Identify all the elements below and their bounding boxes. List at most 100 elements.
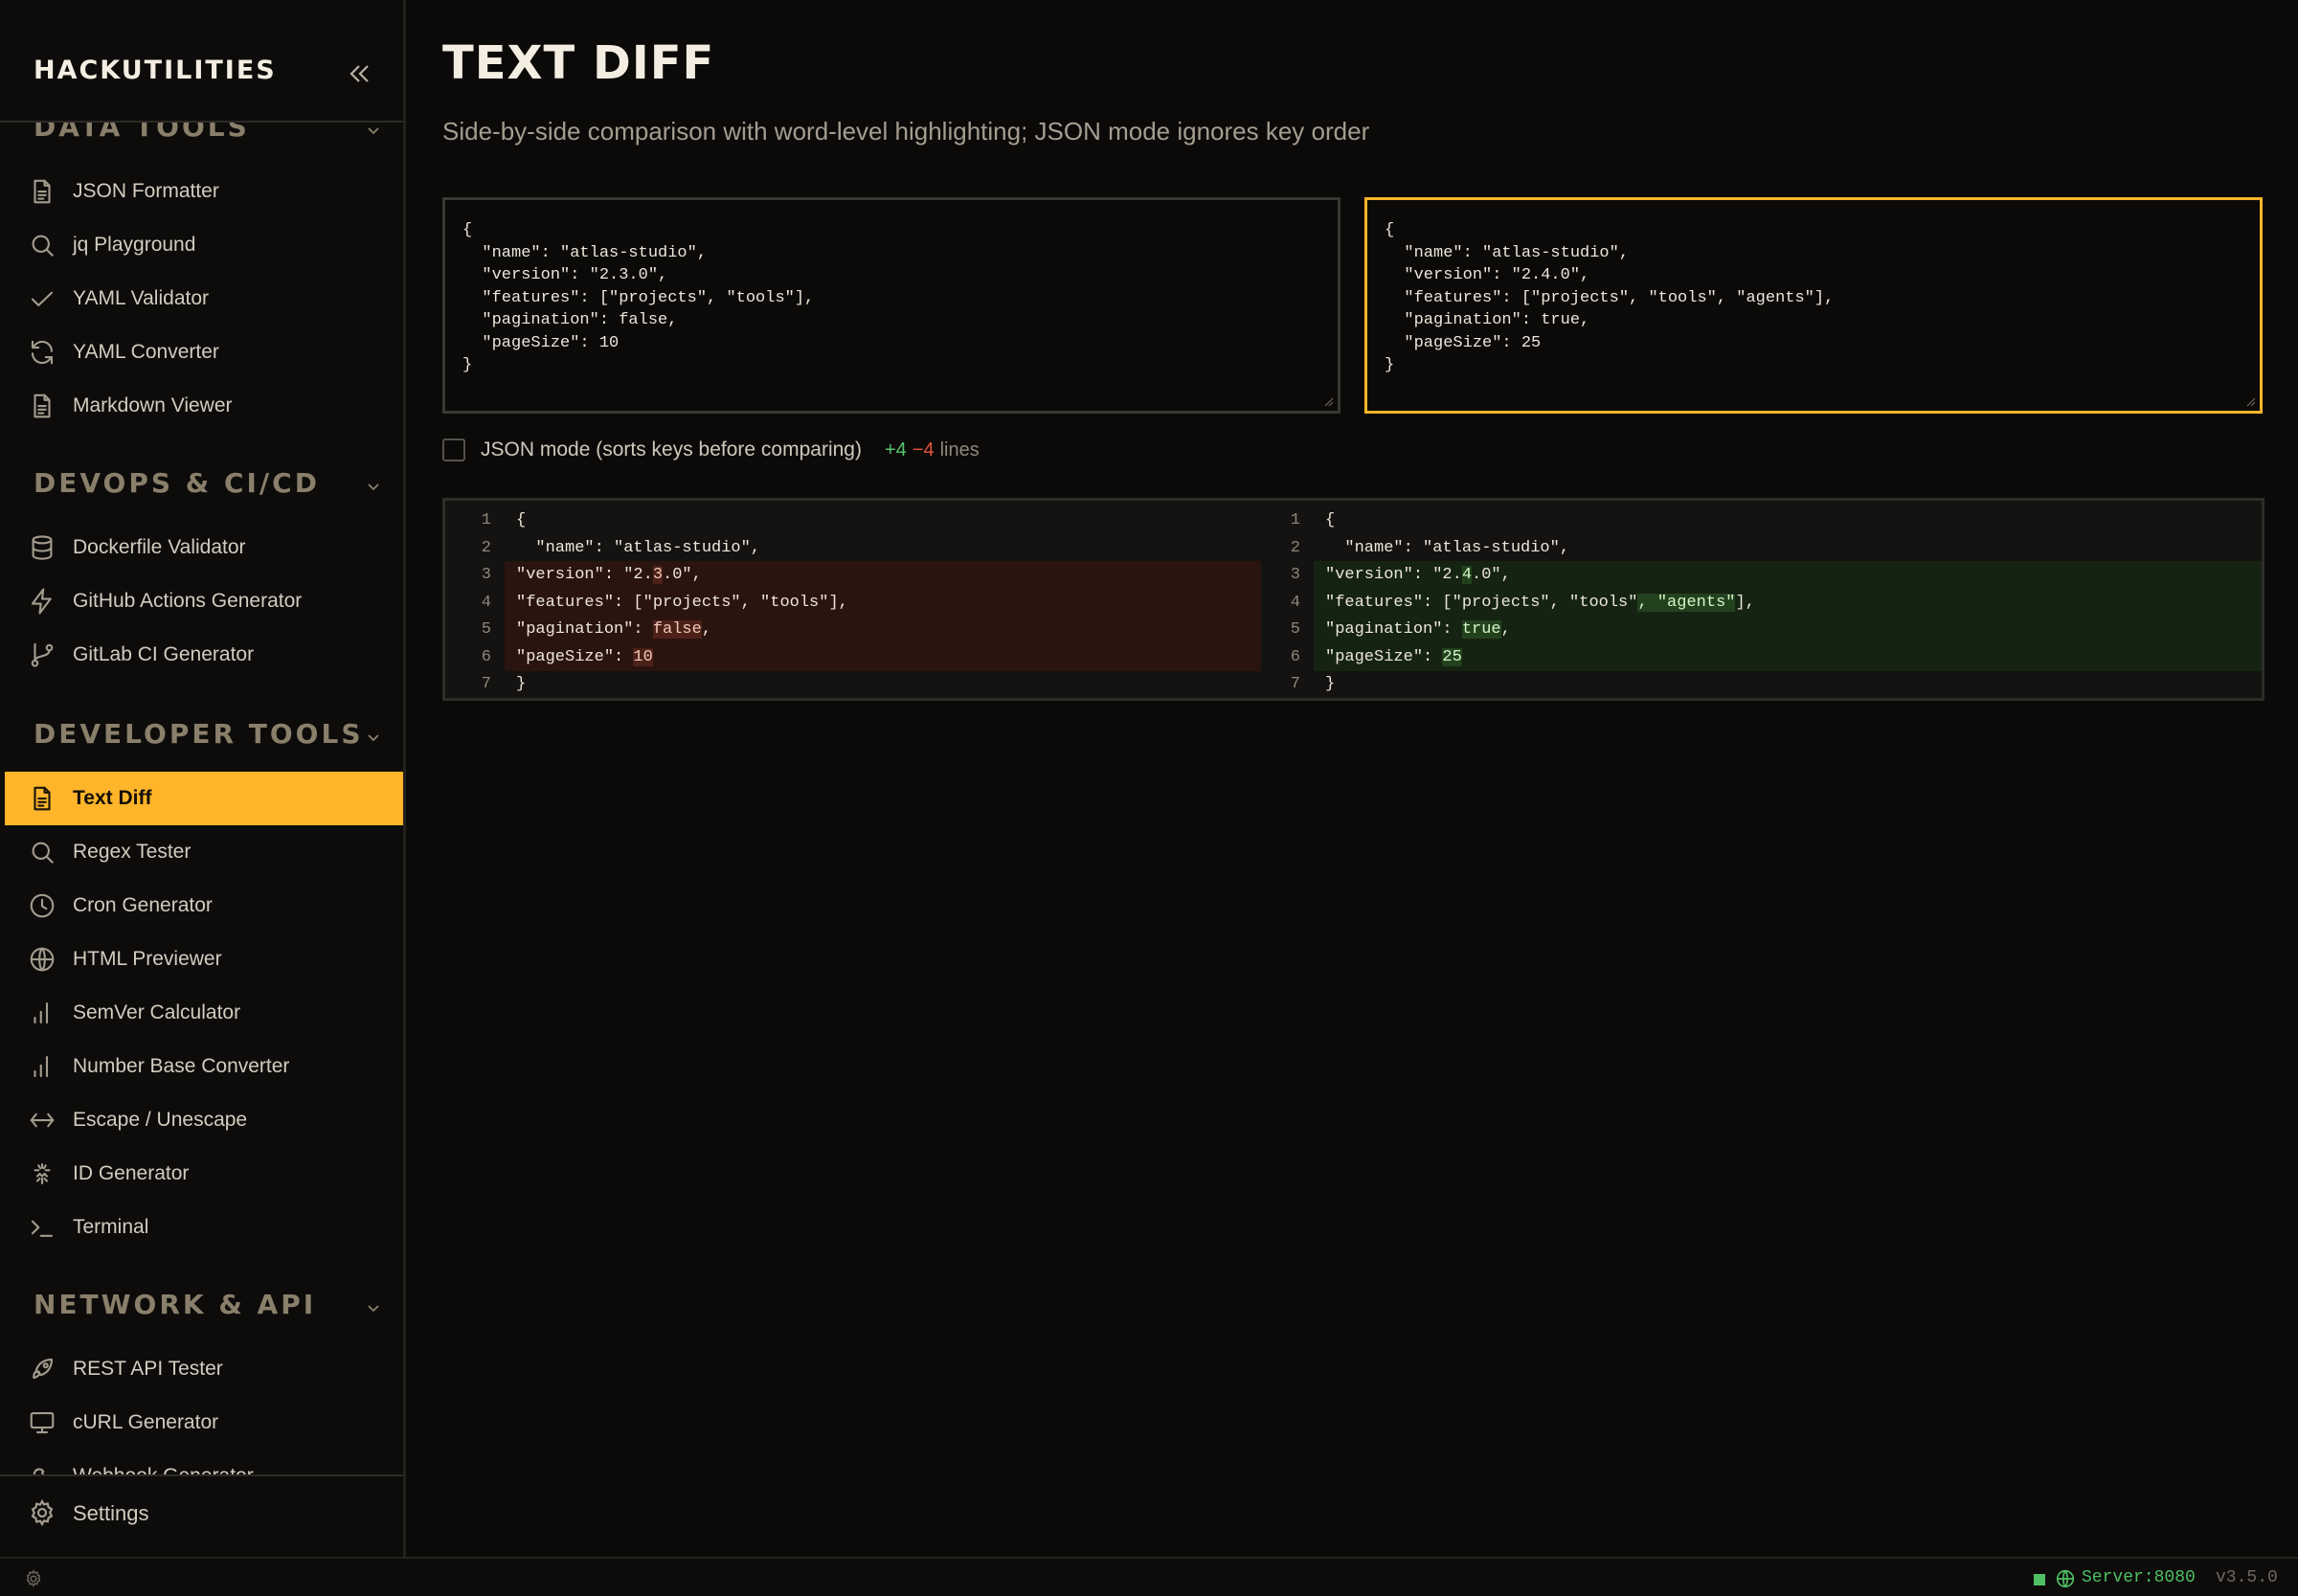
line-content: "name": "atlas-studio", bbox=[1325, 534, 1569, 562]
sidebar-item-label: Regex Tester bbox=[73, 841, 192, 863]
sidebar-item-label: GitLab CI Generator bbox=[73, 643, 255, 665]
sidebar-item-label: SemVer Calculator bbox=[73, 1001, 241, 1023]
diff-line: 3 "version": "2.3.0", bbox=[482, 561, 1261, 590]
chevron-down-icon[interactable] bbox=[364, 123, 383, 140]
diff-line: 3 "version": "2.4.0", bbox=[1291, 561, 2262, 590]
word-change: 4 bbox=[1461, 566, 1473, 584]
clock-icon bbox=[30, 893, 55, 918]
server-address[interactable]: Server:8080 bbox=[2082, 1568, 2196, 1587]
line-number: 6 bbox=[481, 647, 491, 666]
sidebar-item-curl-generator[interactable]: cURL Generator bbox=[5, 1396, 403, 1450]
file-icon bbox=[34, 393, 51, 418]
line-text: "version": "2. bbox=[516, 566, 653, 584]
sidebar-item-regex-tester[interactable]: Regex Tester bbox=[5, 825, 403, 879]
line-content: } bbox=[516, 670, 526, 698]
section-network-api[interactable]: NETWORK & API bbox=[34, 1289, 316, 1320]
line-number: 6 bbox=[1290, 647, 1300, 666]
section-data-tools[interactable]: DATA TOOLS bbox=[34, 123, 250, 143]
sidebar-item-gitlab-ci-generator[interactable]: GitLab CI Generator bbox=[5, 628, 403, 682]
line-number: 7 bbox=[1290, 675, 1300, 693]
sidebar-item-label: Markdown Viewer bbox=[73, 394, 233, 416]
line-number: 1 bbox=[1290, 511, 1300, 529]
page-subtitle: Side-by-side comparison with word-level … bbox=[442, 117, 1370, 146]
status-gear-icon[interactable] bbox=[23, 1568, 44, 1589]
sidebar-item-yaml-converter[interactable]: YAML Converter bbox=[5, 326, 403, 379]
diff-line: 6 "pageSize": 10 bbox=[482, 642, 1261, 671]
sidebar-item-webhook-generator[interactable]: Webhook Generator bbox=[5, 1450, 403, 1474]
brand-header: HACKUTILITIES bbox=[0, 0, 403, 123]
line-number: 5 bbox=[1290, 620, 1300, 639]
chevron-down-icon[interactable] bbox=[364, 728, 383, 747]
gear-icon bbox=[31, 1498, 54, 1527]
diff-right-pane: 1 {2 "name": "atlas-studio", 3 "version": "… bbox=[1254, 501, 2262, 698]
line-content: "features": ["projects", "tools"], bbox=[516, 589, 848, 617]
line-text: "features": ["projects", "tools" bbox=[1325, 593, 1638, 612]
added-lines-count: +4 bbox=[884, 438, 907, 461]
sidebar-item-number-base-converter[interactable]: Number Base Converter bbox=[5, 1040, 403, 1093]
sidebar-item-settings[interactable]: Settings bbox=[5, 1486, 405, 1540]
sidebar-item-label: cURL Generator bbox=[73, 1411, 219, 1433]
chevron-down-icon[interactable] bbox=[364, 477, 383, 496]
server-status-indicator bbox=[2034, 1574, 2045, 1585]
sidebar-item-jq-playground[interactable]: jq Playground bbox=[5, 218, 403, 272]
line-content: "name": "atlas-studio", bbox=[516, 534, 760, 562]
sidebar-nav: DATA TOOLS JSON Formatter jq Playground YAM… bbox=[0, 123, 403, 1474]
rocket-icon bbox=[33, 1358, 54, 1380]
arrows-horizontal-icon bbox=[30, 1113, 55, 1128]
file-icon bbox=[34, 179, 51, 204]
line-content: "version": "2.3.0", bbox=[516, 561, 702, 589]
line-number: 2 bbox=[481, 538, 491, 557]
sidebar-item-github-actions-generator[interactable]: GitHub Actions Generator bbox=[5, 574, 403, 628]
sidebar-item-html-previewer[interactable]: HTML Previewer bbox=[5, 933, 403, 986]
line-content: "features": ["projects", "tools", "agent… bbox=[1325, 589, 1755, 617]
diff-view: 1{2 "name": "atlas-studio", 3 "version": "… bbox=[442, 498, 2264, 701]
line-text: ], bbox=[1735, 593, 1755, 612]
terminal-icon bbox=[31, 1220, 54, 1237]
line-text: .0", bbox=[663, 566, 702, 584]
globe-icon bbox=[2056, 1569, 2075, 1588]
word-change: true bbox=[1461, 620, 1501, 639]
line-content: "version": "2.4.0", bbox=[1325, 561, 1511, 589]
diff-line: 7} bbox=[1254, 670, 2262, 698]
sidebar-item-label: JSON Formatter bbox=[73, 180, 219, 202]
diff-line: 4 "features": ["projects", "tools"], bbox=[482, 588, 1261, 617]
chevron-down-icon[interactable] bbox=[364, 1298, 383, 1317]
word-change: 25 bbox=[1442, 647, 1462, 666]
lines-label: lines bbox=[939, 438, 980, 461]
sidebar-item-id-generator[interactable]: ID Generator bbox=[5, 1147, 403, 1201]
word-change: , "agents" bbox=[1637, 593, 1736, 612]
line-number: 3 bbox=[481, 566, 491, 584]
sidebar-item-rest-api-tester[interactable]: REST API Tester bbox=[5, 1342, 403, 1396]
bar-chart-icon bbox=[34, 1055, 49, 1078]
line-number: 5 bbox=[481, 620, 491, 639]
line-number: 7 bbox=[481, 675, 491, 693]
sidebar-item-terminal[interactable]: Terminal bbox=[5, 1201, 403, 1254]
collapse-sidebar-icon[interactable] bbox=[345, 59, 373, 88]
line-text: "version": "2. bbox=[1325, 566, 1462, 584]
resize-handle-icon[interactable] bbox=[1322, 395, 1334, 407]
line-content: { bbox=[516, 506, 526, 534]
line-content: "pageSize": 25 bbox=[1325, 643, 1462, 671]
sidebar-item-text-diff[interactable]: Text Diff bbox=[5, 772, 403, 825]
sidebar-item-cron-generator[interactable]: Cron Generator bbox=[5, 879, 403, 933]
sidebar-item-dockerfile-validator[interactable]: Dockerfile Validator bbox=[5, 521, 403, 574]
json-mode-checkbox[interactable] bbox=[442, 438, 465, 461]
sidebar-item-markdown-viewer[interactable]: Markdown Viewer bbox=[5, 379, 403, 433]
section-developer-tools[interactable]: DEVELOPER TOOLS bbox=[34, 718, 363, 750]
json-mode-label[interactable]: JSON mode (sorts keys before comparing) bbox=[481, 438, 862, 461]
line-text: "pagination": bbox=[516, 620, 653, 639]
original-text-input[interactable]: { "name": "atlas-studio", "version": "2.… bbox=[442, 197, 1340, 414]
sidebar-item-json-formatter[interactable]: JSON Formatter bbox=[5, 165, 403, 218]
sidebar-item-semver-calculator[interactable]: SemVer Calculator bbox=[5, 986, 403, 1040]
line-content: { bbox=[1325, 506, 1335, 534]
section-devops-ci-cd[interactable]: DEVOPS & CI/CD bbox=[34, 467, 320, 499]
sidebar-item-label: Terminal bbox=[73, 1216, 149, 1238]
modified-text-input[interactable]: { "name": "atlas-studio", "version": "2.… bbox=[1364, 197, 2263, 414]
sidebar-item-yaml-validator[interactable]: YAML Validator bbox=[5, 272, 403, 326]
sidebar-item-escape-unescape[interactable]: Escape / Unescape bbox=[5, 1093, 403, 1147]
bolt-icon bbox=[31, 588, 52, 615]
line-number: 2 bbox=[1290, 538, 1300, 557]
resize-handle-icon[interactable] bbox=[2244, 395, 2256, 407]
webhook-icon bbox=[33, 1468, 45, 1474]
sidebar-item-label: Text Diff bbox=[73, 787, 152, 809]
